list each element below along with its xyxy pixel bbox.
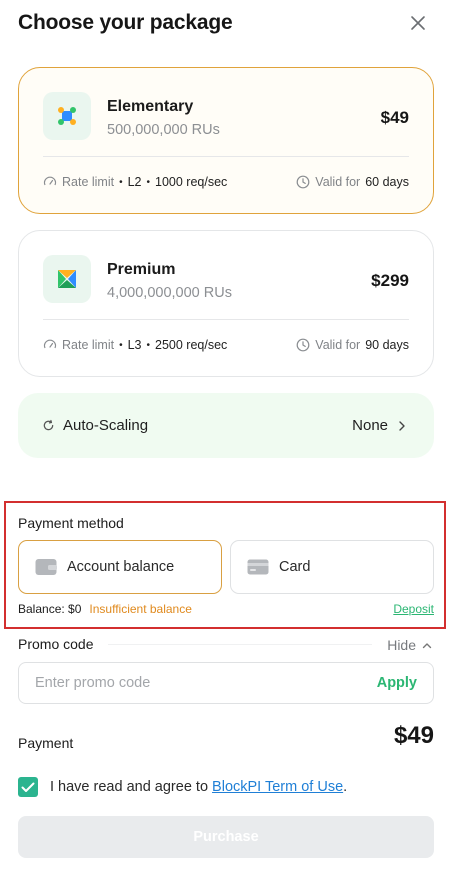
elementary-logo-icon xyxy=(43,92,91,140)
agreement-prefix: I have read and agree to xyxy=(50,779,209,795)
wallet-icon xyxy=(35,559,57,575)
validity: Valid for 90 days xyxy=(296,338,409,352)
auto-scaling-row[interactable]: Auto-Scaling None xyxy=(18,393,434,458)
rate-level: L3 xyxy=(127,338,142,352)
modal-header: Choose your package xyxy=(18,10,436,38)
deposit-link[interactable]: Deposit xyxy=(393,602,434,616)
card-option[interactable]: Card xyxy=(230,540,434,594)
rate-limit-label: Rate limit xyxy=(62,338,115,352)
rate-limit-label: Rate limit xyxy=(62,175,115,189)
package-name: Elementary xyxy=(107,98,194,115)
valid-label: Valid for xyxy=(315,338,361,352)
auto-scaling-right: None xyxy=(352,417,406,434)
package-meta: Rate limit • L3 • 2500 req/sec Valid for… xyxy=(43,336,409,354)
agreement-row: I have read and agree to BlockPI Term of… xyxy=(18,777,347,797)
premium-logo-icon xyxy=(43,255,91,303)
separator-dot: • xyxy=(119,176,123,188)
payment-method-label: Payment method xyxy=(18,515,124,531)
balance-value: Balance: $0 xyxy=(18,602,82,616)
chevron-up-icon xyxy=(422,642,432,648)
valid-value: 60 days xyxy=(365,175,409,189)
agreement-suffix: . xyxy=(343,779,348,795)
clock-icon xyxy=(296,338,310,352)
refresh-icon xyxy=(43,419,54,431)
promo-hide-label: Hide xyxy=(387,637,416,653)
agreement-text: I have read and agree to BlockPI Term of… xyxy=(50,779,347,795)
divider xyxy=(43,319,409,320)
divider xyxy=(108,644,372,645)
package-rus: 500,000,000 RUs xyxy=(107,122,220,138)
payment-label: Payment xyxy=(18,735,74,751)
apply-button[interactable]: Apply xyxy=(377,675,417,691)
package-card-premium[interactable]: Premium 4,000,000,000 RUs $299 Rate limi… xyxy=(18,230,434,377)
purchase-button[interactable]: Purchase xyxy=(18,816,434,858)
speedometer-icon xyxy=(43,339,57,349)
rate-level: L2 xyxy=(127,175,142,189)
checkmark-icon xyxy=(21,782,35,792)
separator-dot: • xyxy=(146,176,151,188)
package-name: Premium xyxy=(107,261,176,278)
speedometer-icon xyxy=(43,176,57,186)
validity: Valid for 60 days xyxy=(296,175,409,189)
auto-scaling-left: Auto-Scaling xyxy=(42,417,148,434)
package-price: $299 xyxy=(371,271,409,290)
package-price: $49 xyxy=(380,108,409,127)
auto-scaling-label: Auto-Scaling xyxy=(63,417,149,434)
rate-limit: Rate limit • L2 • 1000 req/sec xyxy=(43,175,227,189)
promo-code-label: Promo code xyxy=(18,636,94,652)
payment-amount: $49 xyxy=(393,722,434,749)
close-button[interactable] xyxy=(408,13,428,33)
separator-dot: • xyxy=(119,339,123,351)
rate-value: 1000 req/sec xyxy=(155,175,228,189)
valid-value: 90 days xyxy=(365,338,409,352)
card-label: Card xyxy=(279,559,311,575)
clock-icon xyxy=(296,175,310,189)
page-title: Choose your package xyxy=(18,11,233,34)
rate-value: 2500 req/sec xyxy=(155,338,228,352)
auto-scaling-value: None xyxy=(352,417,388,434)
account-balance-label: Account balance xyxy=(67,559,175,575)
account-balance-option[interactable]: Account balance xyxy=(18,540,222,594)
package-rus: 4,000,000,000 RUs xyxy=(107,285,232,301)
promo-hide-toggle[interactable]: Hide xyxy=(387,637,432,653)
rate-limit: Rate limit • L3 • 2500 req/sec xyxy=(43,338,227,352)
agreement-checkbox[interactable] xyxy=(18,777,38,797)
chevron-right-icon xyxy=(399,420,405,431)
card-icon xyxy=(247,559,269,575)
package-meta: Rate limit • L2 • 1000 req/sec Valid for… xyxy=(43,173,409,191)
promo-code-field: Apply xyxy=(18,662,434,704)
insufficient-balance-warning: Insufficient balance xyxy=(89,602,192,616)
balance-info: Balance: $0 Insufficient balance xyxy=(18,602,192,616)
promo-code-input[interactable] xyxy=(19,663,359,703)
terms-link[interactable]: BlockPI Term of Use xyxy=(212,779,343,795)
close-icon xyxy=(411,16,425,30)
package-card-elementary[interactable]: Elementary 500,000,000 RUs $49 Rate limi… xyxy=(18,67,434,214)
divider xyxy=(43,156,409,157)
valid-label: Valid for xyxy=(315,175,361,189)
separator-dot: • xyxy=(146,339,151,351)
